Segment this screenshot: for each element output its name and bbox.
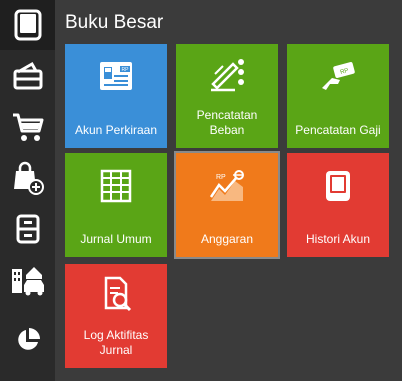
sidebar-item-wallet[interactable] [0,51,55,101]
tile-label: Pencatatan Gaji [295,123,381,137]
ledger-book-icon [14,9,41,41]
expense-record-icon [211,59,244,92]
sidebar-item-archive[interactable] [0,204,55,254]
tile-log-aktifitas-jurnal[interactable]: Log Aktifitas Jurnal [65,264,167,368]
page-title: Buku Besar [65,12,164,33]
sidebar-item-purchase[interactable] [0,153,55,203]
file-cabinet-icon [16,214,39,244]
building-car-icon [11,267,44,296]
sidebar-item-reports[interactable] [0,315,55,365]
main-panel: Buku Besar RP Akun Perkiraan Pencatatan … [55,0,402,381]
shopping-cart-icon [12,113,43,141]
account-card-icon: RP [100,62,132,90]
tile-label: Log Aktifitas Jurnal [83,328,149,357]
history-book-icon [326,171,350,201]
tile-anggaran[interactable]: RP Anggaran [174,151,280,259]
sidebar-item-cart[interactable] [0,102,55,152]
shopping-bag-add-icon [13,161,44,195]
tile-label: Histori Akun [305,232,371,246]
sidebar-item-assets[interactable] [0,255,55,305]
wallet-icon [13,61,42,90]
tile-histori-akun[interactable]: Histori Akun [287,153,389,257]
tile-label: Pencatatan Beban [196,108,258,137]
svg-text:RP: RP [122,67,130,73]
tile-label: Akun Perkiraan [74,123,158,137]
svg-text:RP: RP [216,174,226,181]
tile-label: Jurnal Umum [80,232,152,246]
budget-chart-icon: RP [209,170,244,201]
pie-chart-icon [17,328,40,350]
journal-grid-icon [100,169,132,203]
tile-akun-perkiraan[interactable]: RP Akun Perkiraan [65,44,167,148]
tile-label: Anggaran [200,232,254,246]
salary-hand-icon: RP [322,62,355,90]
sidebar-item-ledger[interactable] [0,0,55,50]
tile-jurnal-umum[interactable]: Jurnal Umum [65,153,167,257]
sidebar [0,0,55,381]
activity-log-icon [104,276,132,312]
tile-pencatatan-beban[interactable]: Pencatatan Beban [176,44,278,148]
tile-pencatatan-gaji[interactable]: RP Pencatatan Gaji [287,44,389,148]
